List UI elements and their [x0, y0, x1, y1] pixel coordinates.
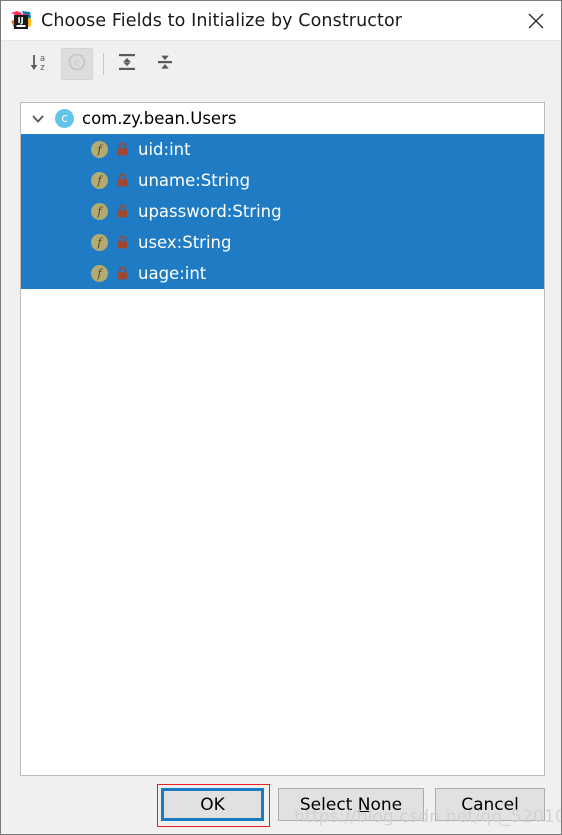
cancel-button[interactable]: Cancel — [435, 788, 545, 821]
field-node-label: uname:String — [138, 171, 251, 190]
sort-alphabetically-button[interactable]: a z — [23, 48, 55, 80]
svg-text:IJ: IJ — [18, 16, 24, 25]
class-node-label: com.zy.bean.Users — [82, 109, 237, 128]
class-icon: c — [55, 109, 74, 128]
field-node-label: uage:int — [138, 264, 207, 283]
lock-icon — [116, 142, 129, 157]
field-icon: f — [91, 203, 108, 220]
tree-node-field[interactable]: f uid:int — [21, 134, 544, 165]
ok-button[interactable]: OK — [161, 788, 264, 821]
class-c-icon: c — [66, 51, 88, 78]
intellij-idea-logo-icon: IJ — [9, 9, 33, 33]
chevron-down-icon[interactable] — [27, 108, 49, 130]
svg-text:c: c — [74, 58, 80, 69]
select-none-mnemonic: N — [357, 794, 371, 815]
expand-all-button[interactable] — [111, 48, 143, 80]
fields-tree-panel[interactable]: c com.zy.bean.Users f uid:int f uname:St — [20, 102, 545, 776]
lock-icon — [116, 266, 129, 281]
expand-all-icon — [116, 51, 138, 78]
field-icon: f — [91, 234, 108, 251]
cancel-button-label: Cancel — [461, 794, 519, 815]
lock-icon — [116, 204, 129, 219]
collapse-all-icon — [154, 51, 176, 78]
field-node-label: uid:int — [138, 140, 191, 159]
tree-node-class[interactable]: c com.zy.bean.Users — [21, 103, 544, 134]
lock-icon — [116, 173, 129, 188]
sort-alphabetically-icon: a z — [28, 51, 50, 78]
tree-node-field[interactable]: f uname:String — [21, 165, 544, 196]
tree-node-field[interactable]: f upassword:String — [21, 196, 544, 227]
toolbar-separator — [103, 53, 104, 75]
tree-node-field[interactable]: f usex:String — [21, 227, 544, 258]
dialog-titlebar: IJ Choose Fields to Initialize by Constr… — [1, 1, 561, 41]
svg-text:z: z — [40, 63, 45, 73]
field-icon: f — [91, 172, 108, 189]
dialog-title: Choose Fields to Initialize by Construct… — [41, 10, 403, 31]
field-icon: f — [91, 141, 108, 158]
field-icon: f — [91, 265, 108, 282]
lock-icon — [116, 235, 129, 250]
choose-fields-dialog: IJ Choose Fields to Initialize by Constr… — [0, 0, 562, 835]
dialog-toolbar: a z c — [1, 41, 561, 87]
select-none-button-label: Select None — [299, 794, 403, 815]
close-icon[interactable] — [521, 7, 551, 35]
tree-node-field[interactable]: f uage:int — [21, 258, 544, 289]
select-none-button[interactable]: Select None — [278, 788, 424, 821]
ok-button-label: OK — [200, 794, 225, 815]
show-non-public-button[interactable]: c — [61, 48, 93, 80]
collapse-all-button[interactable] — [149, 48, 181, 80]
field-node-label: upassword:String — [138, 202, 282, 221]
field-node-label: usex:String — [138, 233, 232, 252]
